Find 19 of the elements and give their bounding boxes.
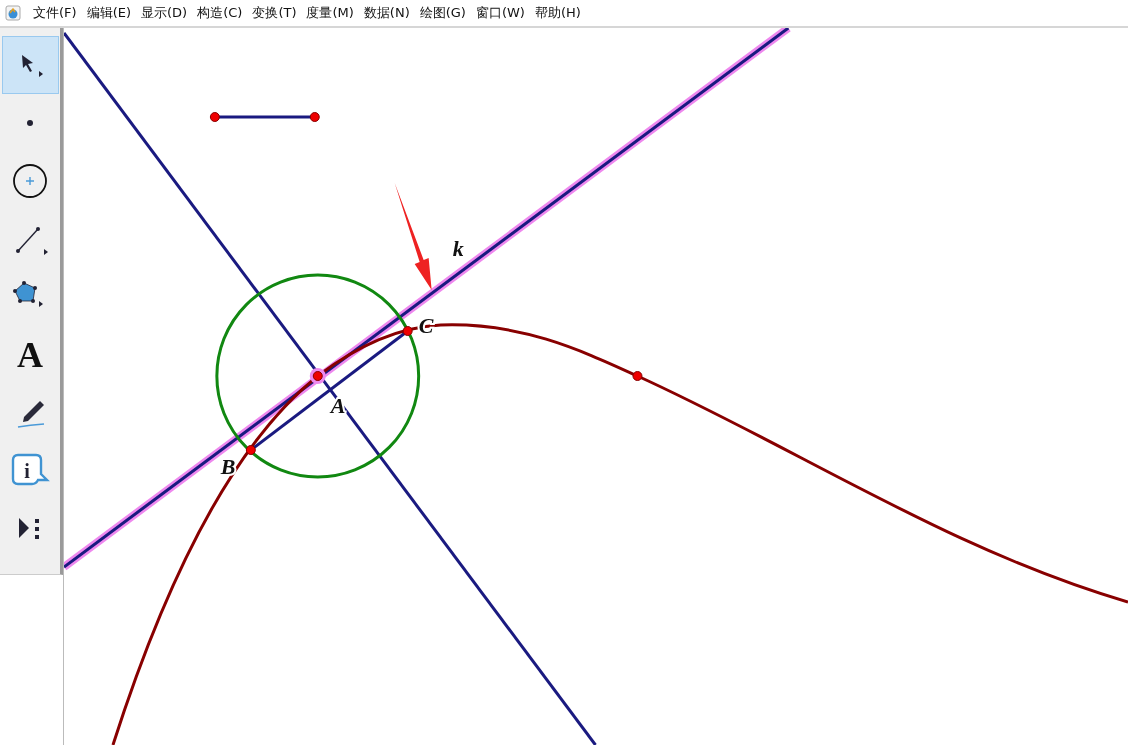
menu-item[interactable]: 数据(N) [358,2,415,24]
menu-item[interactable]: 文件(F) [28,2,82,24]
menu-item[interactable]: 帮助(H) [529,2,586,24]
menu-item[interactable]: 变换(T) [247,2,302,24]
app-icon[interactable] [5,5,21,21]
line-label: k [452,236,464,261]
menu-item[interactable]: 绘图(G) [414,2,471,24]
menu-item[interactable]: 窗口(W) [470,2,530,24]
menu-item[interactable]: 编辑(E) [81,2,136,24]
menu-item[interactable]: 构造(C) [192,2,248,24]
point [632,371,643,381]
circle-icon [12,163,48,199]
dot-icon [26,119,34,127]
menu-item[interactable]: 显示(D) [136,2,193,24]
arrow-tool[interactable] [1,36,59,94]
point-label: B [220,454,236,479]
info-tool[interactable]: i [1,442,59,500]
text-tool[interactable]: A [1,326,59,384]
menu-item[interactable]: 度量(M) [301,2,359,24]
